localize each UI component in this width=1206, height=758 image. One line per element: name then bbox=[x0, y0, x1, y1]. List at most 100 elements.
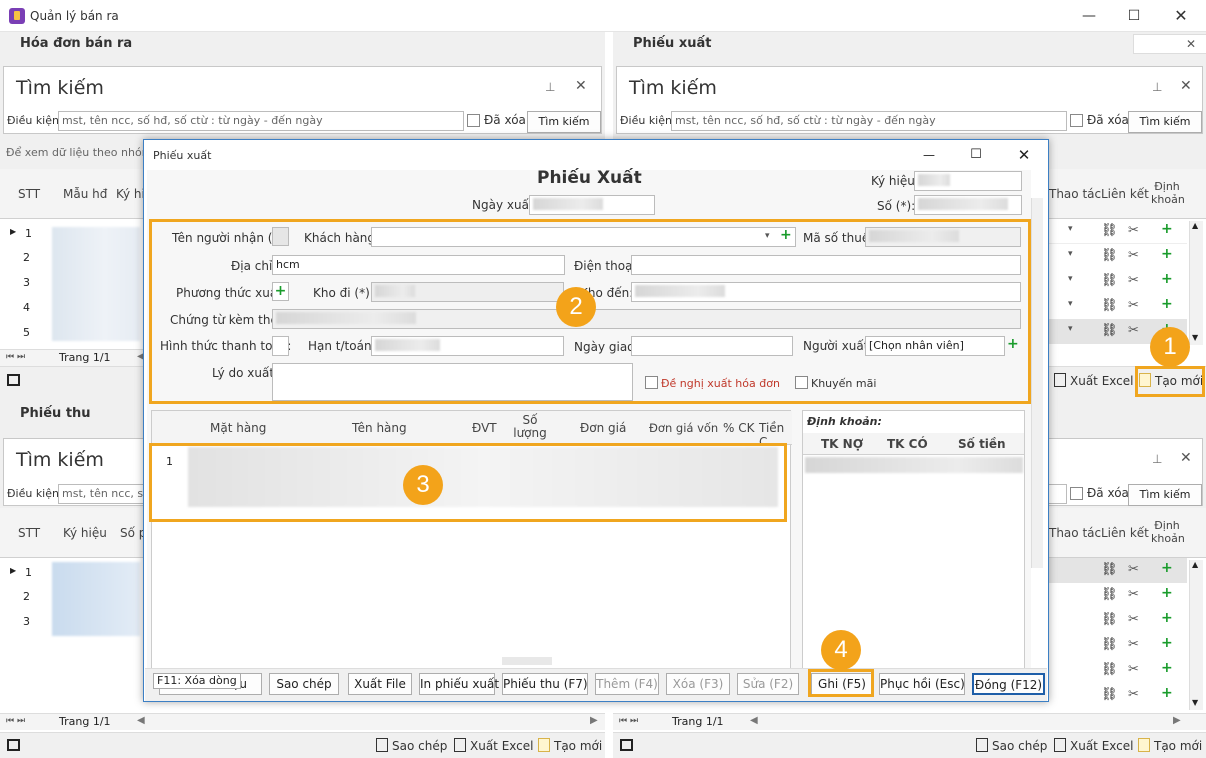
link-icon[interactable]: ⛓ bbox=[1101, 223, 1118, 238]
link-icon[interactable]: ⛓ bbox=[1101, 687, 1118, 702]
scroll-right-icon[interactable]: ▶ bbox=[590, 715, 598, 726]
table-row[interactable]: 1 bbox=[25, 566, 32, 579]
col-price[interactable]: Đơn giá bbox=[580, 421, 626, 435]
print-button[interactable]: In phiếu xuất bbox=[419, 673, 499, 695]
dropdown-icon[interactable]: ▾ bbox=[1068, 224, 1073, 234]
col-credit[interactable]: TK CÓ bbox=[887, 437, 928, 451]
close-panel-icon[interactable]: ✕ bbox=[1186, 37, 1196, 51]
unlink-icon[interactable]: ✂ bbox=[1128, 298, 1139, 313]
scroll-left-icon[interactable]: ◀ bbox=[750, 715, 758, 726]
col-qty[interactable]: Số lượng bbox=[509, 414, 551, 440]
horizontal-scrollbar[interactable] bbox=[502, 657, 552, 665]
first-page-icon[interactable]: ⏮ ⏭ bbox=[619, 716, 638, 726]
export-file-button[interactable]: Xuất File bbox=[348, 673, 412, 695]
maximize-icon[interactable]: ☐ bbox=[1111, 0, 1157, 32]
table-row[interactable]: 2 bbox=[23, 251, 30, 264]
unlink-icon[interactable]: ✂ bbox=[1128, 637, 1139, 652]
unlink-icon[interactable]: ✂ bbox=[1128, 273, 1139, 288]
close-search-icon[interactable]: ✕ bbox=[1180, 450, 1192, 466]
col-links[interactable]: Liên kết bbox=[1101, 526, 1149, 540]
table-row[interactable]: 3 bbox=[23, 276, 30, 289]
table-row[interactable]: 5 bbox=[23, 326, 30, 339]
search-button[interactable]: Tìm kiếm bbox=[1128, 484, 1202, 506]
receipt-button[interactable]: Phiếu thu (F7) bbox=[502, 673, 588, 695]
add-posting-icon[interactable]: + bbox=[1161, 296, 1173, 312]
scroll-up-icon[interactable]: ▲ bbox=[1192, 560, 1198, 569]
col-actions[interactable]: Thao tác bbox=[1049, 187, 1101, 201]
link-icon[interactable]: ⛓ bbox=[1101, 612, 1118, 627]
close-search-icon[interactable]: ✕ bbox=[575, 78, 587, 94]
create-new-button[interactable]: Tạo mới bbox=[1138, 738, 1202, 753]
dialog-maximize-icon[interactable]: ☐ bbox=[956, 142, 996, 168]
delete-button[interactable]: Xóa (F3) bbox=[666, 673, 730, 695]
add-posting-icon[interactable]: + bbox=[1161, 271, 1173, 287]
create-new-button[interactable]: Tạo mới bbox=[538, 738, 602, 753]
vertical-scrollbar[interactable]: ▲ ▼ bbox=[1189, 560, 1203, 710]
close-search-icon[interactable]: ✕ bbox=[1180, 78, 1192, 94]
copy-button[interactable]: Sao chép bbox=[976, 738, 1047, 753]
table-row[interactable]: 3 bbox=[23, 615, 30, 628]
unlink-icon[interactable]: ✂ bbox=[1128, 687, 1139, 702]
add-posting-icon[interactable]: + bbox=[1161, 221, 1173, 237]
search-button[interactable]: Tìm kiếm bbox=[527, 111, 601, 133]
unlink-icon[interactable]: ✂ bbox=[1128, 248, 1139, 263]
link-icon[interactable]: ⛓ bbox=[1101, 587, 1118, 602]
link-icon[interactable]: ⛓ bbox=[1101, 298, 1118, 313]
col-template[interactable]: Mẫu hđ bbox=[63, 187, 107, 201]
close-button[interactable]: Đóng (F12) bbox=[972, 673, 1045, 695]
add-posting-icon[interactable]: + bbox=[1161, 246, 1173, 262]
col-unit[interactable]: ĐVT bbox=[472, 421, 497, 435]
dropdown-icon[interactable]: ▾ bbox=[1068, 299, 1073, 309]
dropdown-icon[interactable]: ▾ bbox=[1068, 274, 1073, 284]
unlink-icon[interactable]: ✂ bbox=[1128, 587, 1139, 602]
add-posting-icon[interactable]: + bbox=[1161, 660, 1173, 676]
edit-button[interactable]: Sửa (F2) bbox=[737, 673, 799, 695]
col-posting[interactable]: Định khoản bbox=[1151, 180, 1185, 206]
table-row[interactable]: 2 bbox=[23, 590, 30, 603]
col-posting[interactable]: Định khoản bbox=[1151, 519, 1185, 545]
search-button[interactable]: Tìm kiếm bbox=[1128, 111, 1202, 133]
filter-input[interactable]: mst, tên ncc, số hđ, số ctừ : từ ngày - … bbox=[58, 111, 464, 131]
fit-icon[interactable] bbox=[7, 739, 20, 751]
link-icon[interactable]: ⛓ bbox=[1101, 562, 1118, 577]
export-excel-button[interactable]: Xuất Excel bbox=[1054, 738, 1134, 753]
col-item[interactable]: Mặt hàng bbox=[210, 421, 266, 435]
first-page-icon[interactable]: ⏮ ⏭ bbox=[6, 716, 25, 726]
col-name[interactable]: Tên hàng bbox=[352, 421, 407, 435]
link-icon[interactable]: ⛓ bbox=[1101, 662, 1118, 677]
unlink-icon[interactable]: ✂ bbox=[1128, 223, 1139, 238]
deleted-checkbox[interactable] bbox=[1070, 487, 1083, 500]
scroll-right-icon[interactable]: ▶ bbox=[1173, 715, 1181, 726]
scroll-down-icon[interactable]: ▼ bbox=[1192, 698, 1198, 707]
scroll-up-icon[interactable]: ▲ bbox=[1192, 221, 1198, 230]
minimize-icon[interactable]: — bbox=[1066, 0, 1112, 32]
col-symbol[interactable]: Ký hiệu bbox=[63, 526, 107, 540]
add-posting-icon[interactable]: + bbox=[1161, 560, 1173, 576]
col-cost-price[interactable]: Đơn giá vốn bbox=[649, 421, 718, 435]
unlink-icon[interactable]: ✂ bbox=[1128, 612, 1139, 627]
table-row[interactable]: 1 bbox=[25, 227, 32, 240]
deleted-checkbox[interactable] bbox=[1070, 114, 1083, 127]
unlink-icon[interactable]: ✂ bbox=[1128, 323, 1139, 338]
add-button[interactable]: Thêm (F4) bbox=[595, 673, 659, 695]
link-icon[interactable]: ⛓ bbox=[1101, 637, 1118, 652]
col-debit[interactable]: TK NỢ bbox=[821, 437, 863, 451]
add-posting-icon[interactable]: + bbox=[1161, 635, 1173, 651]
add-posting-icon[interactable]: + bbox=[1161, 585, 1173, 601]
col-links[interactable]: Liên kết bbox=[1101, 187, 1149, 201]
scroll-down-icon[interactable]: ▼ bbox=[1192, 333, 1198, 342]
dialog-minimize-icon[interactable]: — bbox=[909, 142, 949, 168]
number-input[interactable] bbox=[914, 195, 1022, 215]
col-discount[interactable]: % CK bbox=[723, 421, 754, 435]
add-posting-icon[interactable]: + bbox=[1161, 610, 1173, 626]
dropdown-icon[interactable]: ▾ bbox=[1068, 249, 1073, 259]
close-icon[interactable]: ✕ bbox=[1158, 0, 1204, 32]
dialog-close-icon[interactable]: ✕ bbox=[1004, 142, 1044, 168]
vertical-scrollbar[interactable]: ▲ ▼ bbox=[1189, 221, 1203, 345]
col-actions[interactable]: Thao tác bbox=[1049, 526, 1101, 540]
fit-icon[interactable] bbox=[620, 739, 633, 751]
symbol-select[interactable] bbox=[914, 171, 1022, 191]
link-icon[interactable]: ⛓ bbox=[1101, 323, 1118, 338]
copy-button[interactable]: Sao chép bbox=[376, 738, 447, 753]
restore-button[interactable]: Phục hồi (Esc) bbox=[879, 673, 965, 695]
